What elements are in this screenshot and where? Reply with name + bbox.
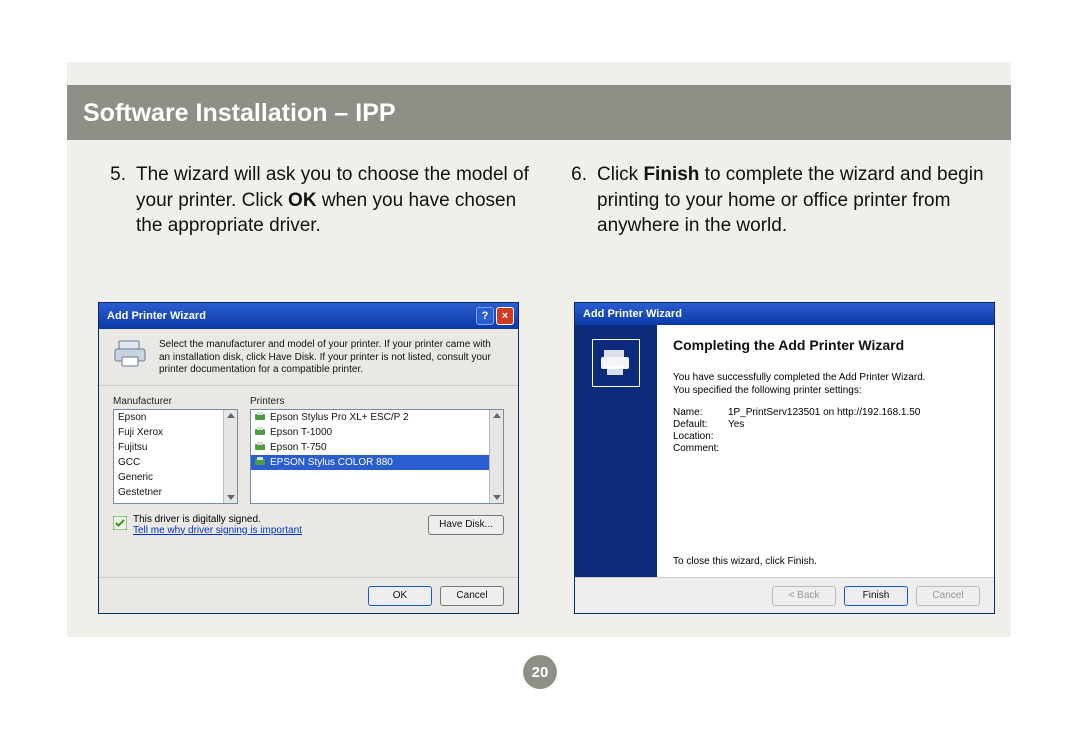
step-5-bold: OK	[288, 190, 317, 211]
printers-label: Printers	[250, 396, 504, 407]
dialog-a-lists: Manufacturer EpsonFuji XeroxFujitsuGCCGe…	[99, 386, 518, 508]
printer-item[interactable]: Epson T-1000	[251, 425, 503, 440]
dialog-b-msg2: You specified the following printer sett…	[673, 385, 862, 396]
printer-item-label: Epson T-1000	[270, 425, 332, 440]
printer-item-label: EPSON Stylus COLOR 880	[270, 455, 393, 470]
manufacturer-column: Manufacturer EpsonFuji XeroxFujitsuGCCGe…	[113, 396, 238, 504]
cancel-button[interactable]: Cancel	[916, 586, 980, 606]
signed-check-icon	[113, 516, 127, 533]
step-5-text: The wizard will ask you to choose the mo…	[136, 162, 539, 239]
property-name: Location:	[673, 431, 728, 442]
dialog-b-msg1: You have successfully completed the Add …	[673, 372, 926, 383]
property-row: Default:Yes	[673, 419, 978, 430]
add-printer-dialog-select: Add Printer Wizard ? × Select the manufa…	[98, 302, 519, 614]
manufacturer-list[interactable]: EpsonFuji XeroxFujitsuGCCGenericGestetne…	[113, 409, 238, 504]
property-value: 1P_PrintServ123501 on http://192.168.1.5…	[728, 407, 920, 418]
step-6-number: 6.	[561, 162, 597, 239]
ok-button[interactable]: OK	[368, 586, 432, 606]
dialog-b-main: Completing the Add Printer Wizard You ha…	[657, 325, 994, 577]
dialog-a-titlebar[interactable]: Add Printer Wizard ? ×	[99, 303, 518, 329]
dialog-b-message: You have successfully completed the Add …	[673, 371, 978, 397]
dialog-b-body: Completing the Add Printer Wizard You ha…	[575, 325, 994, 577]
scrollbar[interactable]	[223, 410, 237, 503]
dialog-row: Add Printer Wizard ? × Select the manufa…	[98, 302, 1003, 614]
manufacturer-item[interactable]: Epson	[114, 410, 237, 425]
section-title-bar: Software Installation – IPP	[67, 85, 1011, 140]
signed-row: This driver is digitally signed. Tell me…	[99, 508, 518, 538]
property-row: Name:1P_PrintServ123501 on http://192.16…	[673, 407, 978, 418]
printer-model-icon	[255, 457, 267, 467]
printer-icon	[113, 339, 149, 369]
add-printer-dialog-complete: Add Printer Wizard Completing the Add Pr…	[574, 302, 995, 614]
manufacturer-item[interactable]: Gestetner	[114, 485, 237, 500]
step-5-number: 5.	[100, 162, 136, 239]
printer-properties-table: Name:1P_PrintServ123501 on http://192.16…	[673, 407, 978, 455]
cancel-button[interactable]: Cancel	[440, 586, 504, 606]
dialog-a-intro-text: Select the manufacturer and model of you…	[159, 339, 504, 377]
property-name: Name:	[673, 407, 728, 418]
property-name: Default:	[673, 419, 728, 430]
property-value: Yes	[728, 419, 744, 430]
manufacturer-item[interactable]: GCC	[114, 455, 237, 470]
dialog-b-button-row: < Back Finish Cancel	[575, 577, 994, 613]
printer-model-icon	[255, 412, 267, 422]
step-6-pre: Click	[597, 164, 643, 185]
property-name: Comment:	[673, 443, 728, 454]
back-button[interactable]: < Back	[772, 586, 836, 606]
dialog-b-titlebar[interactable]: Add Printer Wizard	[575, 303, 994, 325]
page-number-badge: 20	[523, 655, 557, 689]
printer-wizard-icon	[592, 339, 640, 387]
manufacturer-item[interactable]: Generic	[114, 470, 237, 485]
step-6-text: Click Finish to complete the wizard and …	[597, 162, 1000, 239]
section-title: Software Installation – IPP	[83, 99, 396, 127]
dialog-a-button-row: OK Cancel	[99, 577, 518, 613]
printer-item[interactable]: Epson Stylus Pro XL+ ESC/P 2	[251, 410, 503, 425]
printers-list[interactable]: Epson Stylus Pro XL+ ESC/P 2Epson T-1000…	[250, 409, 504, 504]
dialog-a-title: Add Printer Wizard	[107, 310, 206, 322]
close-icon[interactable]: ×	[496, 307, 514, 325]
manufacturer-item[interactable]: Fujitsu	[114, 440, 237, 455]
signing-info-link[interactable]: Tell me why driver signing is important	[133, 525, 302, 536]
instruction-row: 5. The wizard will ask you to choose the…	[100, 162, 1000, 239]
printer-item-label: Epson T-750	[270, 440, 327, 455]
step-6-bold: Finish	[643, 164, 699, 185]
have-disk-button[interactable]: Have Disk...	[428, 515, 504, 535]
page-number: 20	[532, 664, 549, 681]
signed-text: This driver is digitally signed.	[133, 514, 302, 525]
finish-button[interactable]: Finish	[844, 586, 908, 606]
dialog-b-sidebar	[575, 325, 657, 577]
printer-model-icon	[255, 427, 267, 437]
printer-item[interactable]: Epson T-750	[251, 440, 503, 455]
property-row: Comment:	[673, 443, 978, 454]
manufacturer-label: Manufacturer	[113, 396, 238, 407]
printer-item-label: Epson Stylus Pro XL+ ESC/P 2	[270, 410, 409, 425]
printers-column: Printers Epson Stylus Pro XL+ ESC/P 2Eps…	[250, 396, 504, 504]
help-icon[interactable]: ?	[476, 307, 494, 325]
printer-item[interactable]: EPSON Stylus COLOR 880	[251, 455, 503, 470]
step-6: 6. Click Finish to complete the wizard a…	[561, 162, 1000, 239]
manufacturer-item[interactable]: Fuji Xerox	[114, 425, 237, 440]
dialog-a-intro-row: Select the manufacturer and model of you…	[99, 329, 518, 386]
dialog-b-heading: Completing the Add Printer Wizard	[673, 337, 978, 355]
step-5: 5. The wizard will ask you to choose the…	[100, 162, 539, 239]
dialog-b-close-text: To close this wizard, click Finish.	[673, 556, 978, 577]
property-row: Location:	[673, 431, 978, 442]
scrollbar[interactable]	[489, 410, 503, 503]
printer-model-icon	[255, 442, 267, 452]
dialog-b-title: Add Printer Wizard	[583, 308, 682, 320]
